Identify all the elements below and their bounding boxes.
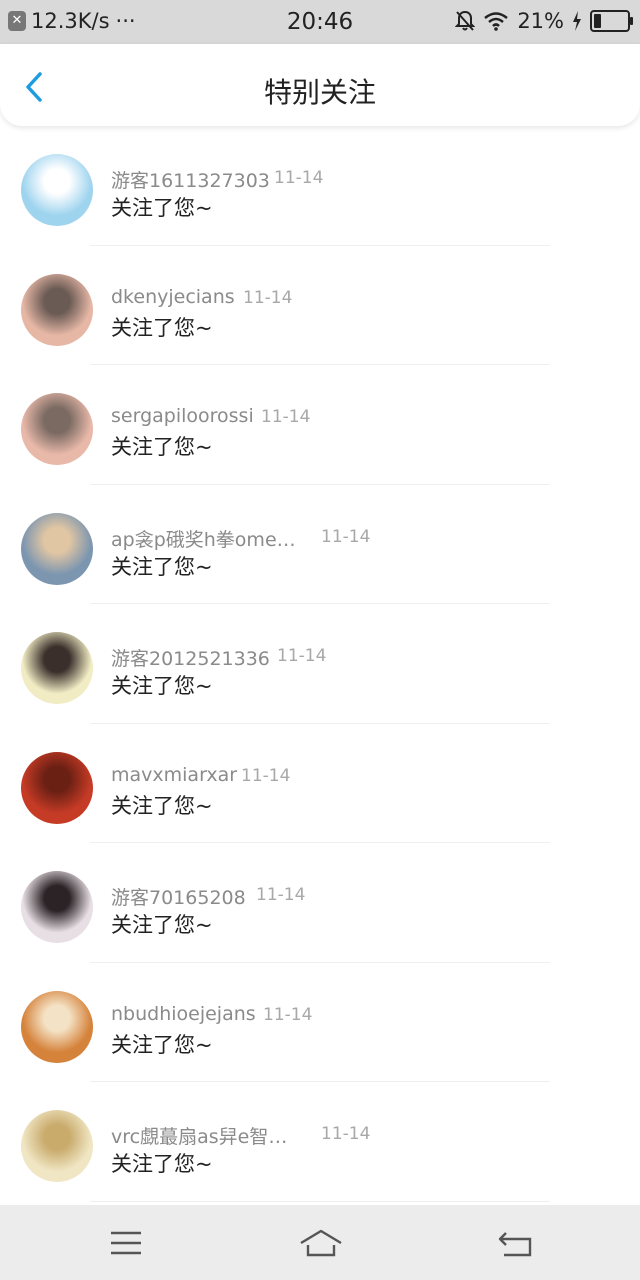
- username: 游客2012521336: [111, 648, 270, 670]
- avatar[interactable]: [21, 990, 93, 1063]
- username: 游客70165208: [111, 887, 246, 909]
- notification-text: 关注了您~: [111, 674, 213, 698]
- timestamp: 11-14: [263, 1004, 313, 1025]
- username: ap衾p硪奖h拳ome…: [111, 528, 296, 551]
- status-right: 21%: [455, 9, 633, 33]
- list-item[interactable]: ap衾p硪奖h拳ome… 11-14 关注了您~: [0, 485, 640, 605]
- list-item[interactable]: vrc覷蕞扇as舁e智… 11-14 关注了您~: [0, 1082, 640, 1202]
- username: 游客1611327303: [111, 170, 270, 192]
- avatar[interactable]: [21, 871, 93, 943]
- return-icon[interactable]: [496, 1227, 536, 1259]
- username: dkenyjecians: [111, 285, 235, 308]
- battery-icon: [590, 10, 633, 32]
- notification-text: 关注了您~: [111, 554, 213, 579]
- timestamp: 11-14: [321, 1124, 371, 1144]
- status-bar: ✕ 12.3K/s ··· 20:46 21%: [0, 0, 640, 44]
- avatar[interactable]: [21, 512, 93, 585]
- list-item[interactable]: mavxmiarxar 11-14 关注了您~: [0, 724, 640, 844]
- timestamp: 11-14: [241, 765, 291, 786]
- timestamp: 11-14: [277, 646, 327, 666]
- notification-text: 关注了您~: [111, 315, 213, 340]
- page-title: 特别关注: [263, 76, 376, 109]
- follower-list: 游客1611327303 11-14 关注了您~ dkenyjecians 11-14 关…: [0, 126, 640, 1202]
- home-icon[interactable]: [298, 1227, 344, 1259]
- header-bar: 特别关注: [0, 44, 640, 126]
- timestamp: 11-14: [256, 885, 306, 905]
- username: mavxmiarxar: [111, 763, 238, 786]
- battery-percent: 21%: [517, 9, 564, 33]
- list-item[interactable]: sergapiloorossi 11-14 关注了您~: [0, 365, 640, 485]
- username: vrc覷蕞扇as舁e智…: [111, 1126, 288, 1148]
- notification-text: 关注了您~: [111, 1152, 213, 1176]
- timestamp: 11-14: [243, 287, 293, 308]
- battery-level: [594, 14, 601, 28]
- list-item[interactable]: nbudhioejejans 11-14 关注了您~: [0, 963, 640, 1083]
- list-item[interactable]: 游客2012521336 11-14 关注了您~: [0, 604, 640, 724]
- avatar[interactable]: [21, 393, 93, 465]
- list-item[interactable]: dkenyjecians 11-14 关注了您~: [0, 246, 640, 366]
- timestamp: 11-14: [274, 168, 324, 188]
- menu-icon[interactable]: [106, 1227, 146, 1259]
- avatar[interactable]: [21, 751, 93, 824]
- username: nbudhioejejans: [111, 1002, 256, 1025]
- notification-text: 关注了您~: [111, 196, 213, 220]
- list-item[interactable]: 游客70165208 11-14 关注了您~: [0, 843, 640, 963]
- list-item[interactable]: 游客1611327303 11-14 关注了您~: [0, 126, 640, 246]
- wifi-icon: [484, 12, 509, 31]
- charging-icon: [573, 11, 581, 31]
- notification-text: 关注了您~: [111, 435, 213, 459]
- timestamp: 11-14: [261, 407, 311, 427]
- notification-text: 关注了您~: [111, 793, 213, 818]
- avatar[interactable]: [21, 1110, 93, 1182]
- mute-bell-icon: [455, 10, 476, 31]
- notification-text: 关注了您~: [111, 1032, 213, 1057]
- avatar[interactable]: [21, 154, 93, 226]
- avatar[interactable]: [21, 273, 93, 346]
- system-nav-bar: [0, 1205, 640, 1280]
- notification-text: 关注了您~: [111, 913, 213, 937]
- timestamp: 11-14: [321, 526, 371, 547]
- username: sergapiloorossi: [111, 405, 254, 427]
- avatar[interactable]: [21, 632, 93, 704]
